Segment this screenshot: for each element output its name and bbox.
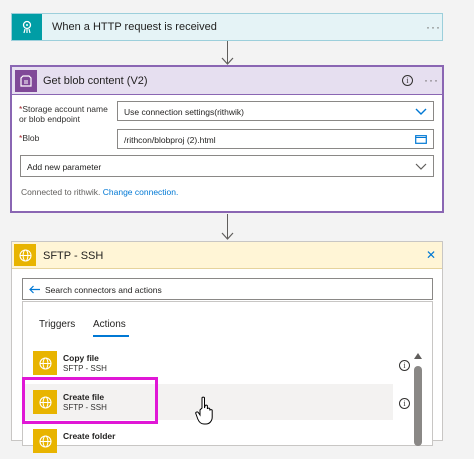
chevron-down-icon (415, 108, 427, 115)
actions-scrollbar[interactable] (413, 352, 423, 447)
scroll-up-icon[interactable] (413, 352, 423, 360)
action-title: Create folder (63, 431, 116, 441)
info-icon[interactable]: i (402, 75, 413, 86)
search-placeholder: Search connectors and actions (45, 285, 162, 295)
connection-status: Connected to rithwik. Change connection. (21, 187, 178, 197)
action-subtitle: SFTP - SSH (63, 364, 107, 373)
chevron-down-icon (415, 163, 427, 170)
info-icon[interactable]: i (399, 398, 410, 409)
blob-more-button[interactable]: ··· (424, 73, 439, 87)
action-create-folder[interactable]: Create folder (23, 423, 393, 459)
sftp-globe-icon (33, 429, 57, 453)
tab-actions[interactable]: Actions (93, 319, 126, 330)
get-blob-content-card[interactable]: Get blob content (V2) i ··· *Storage acc… (11, 66, 443, 212)
folder-icon[interactable] (415, 134, 427, 144)
connector-arrow-icon (221, 232, 234, 240)
blob-card-title: Get blob content (V2) (43, 75, 148, 87)
scrollbar-thumb[interactable] (414, 366, 422, 446)
blob-card-header[interactable]: Get blob content (V2) i ··· (12, 67, 442, 95)
active-tab-indicator (93, 335, 129, 337)
storage-account-value: Use connection settings(rithwik) (124, 107, 244, 117)
search-connectors-input[interactable]: Search connectors and actions (22, 278, 433, 300)
add-new-parameter-select[interactable]: Add new parameter (20, 155, 434, 177)
storage-account-select[interactable]: Use connection settings(rithwik) (117, 101, 434, 121)
blob-label: *Blob (19, 133, 40, 143)
action-copy-file[interactable]: Copy file SFTP - SSH (23, 345, 393, 381)
sftp-globe-icon (33, 351, 57, 375)
http-trigger-card[interactable]: When a HTTP request is received ··· (11, 13, 443, 41)
connector-arrow-icon (221, 57, 234, 65)
blob-path-input[interactable]: /rithcon/blobproj (2).html (117, 129, 434, 149)
trigger-title: When a HTTP request is received (52, 21, 217, 33)
change-connection-link[interactable]: Change connection. (103, 187, 179, 197)
http-request-icon (12, 14, 42, 40)
storage-account-label: *Storage account name or blob endpoint (19, 104, 108, 124)
hand-cursor-icon (195, 396, 213, 425)
blob-storage-icon (15, 70, 37, 92)
sftp-globe-icon (14, 244, 36, 266)
add-parameter-label: Add new parameter (27, 162, 102, 172)
sftp-card-title: SFTP - SSH (43, 250, 104, 262)
blob-path-value: /rithcon/blobproj (2).html (124, 135, 216, 145)
action-title: Copy file (63, 353, 99, 363)
info-icon[interactable]: i (399, 360, 410, 371)
sftp-card-header[interactable]: SFTP - SSH ✕ (12, 242, 442, 269)
tab-triggers[interactable]: Triggers (39, 319, 75, 330)
actions-panel: Triggers Actions Copy file SFTP - SSH i … (22, 301, 433, 453)
back-arrow-icon[interactable] (29, 285, 41, 294)
highlight-box (22, 377, 158, 424)
connected-text: Connected to rithwik. (21, 187, 101, 197)
close-icon[interactable]: ✕ (426, 248, 436, 262)
trigger-more-button[interactable]: ··· (426, 20, 441, 34)
